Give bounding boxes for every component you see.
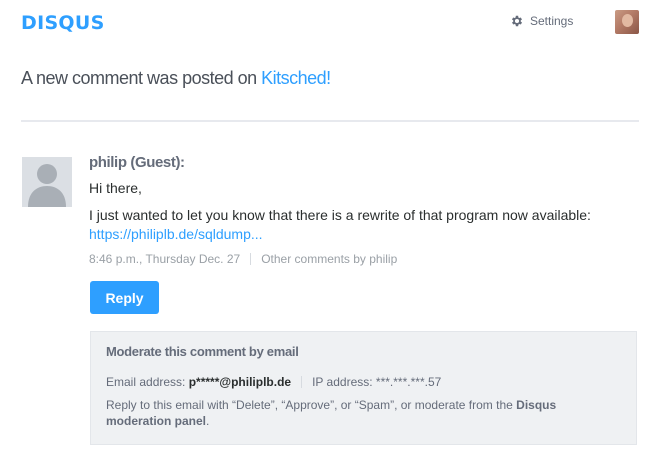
default-user-icon <box>28 164 66 207</box>
moderation-title: Moderate this comment by email <box>106 344 299 359</box>
moderation-note-end: . <box>206 414 210 428</box>
comment: philip (Guest): Hi there, I just wanted … <box>89 154 639 266</box>
comment-author: philip (Guest): <box>89 154 185 171</box>
email-value: p*****@philiplb.de <box>188 375 292 389</box>
notification-email: DISQUS Settings A new comment was posted… <box>0 0 654 460</box>
comment-timestamp[interactable]: 8:46 p.m., Thursday Dec. 27 <box>89 252 240 266</box>
moderation-panel: Moderate this comment by email Email add… <box>90 331 637 445</box>
gear-icon <box>511 15 523 27</box>
site-link[interactable]: Kitsched! <box>261 68 331 88</box>
meta-separator <box>250 253 252 265</box>
settings-link[interactable]: Settings <box>510 14 573 28</box>
email-label: Email address: <box>106 375 186 389</box>
settings-label: Settings <box>530 14 574 28</box>
user-avatar[interactable] <box>615 10 639 34</box>
other-comments-link[interactable]: Other comments by philip <box>261 252 397 266</box>
comment-greeting: Hi there, <box>89 180 142 196</box>
notification-headline: A new comment was posted on Kitsched! <box>21 68 331 89</box>
reply-button[interactable]: Reply <box>90 281 159 314</box>
avatar-face <box>622 14 633 27</box>
comment-body: I just wanted to let you know that there… <box>89 207 591 223</box>
ip-value: ***.***.***.57 <box>375 375 442 389</box>
disqus-logo[interactable]: DISQUS <box>21 12 105 34</box>
headline-text: A new comment was posted on <box>21 68 262 88</box>
detail-separator <box>301 376 303 388</box>
divider <box>21 120 639 122</box>
moderation-note: Reply to this email with “Delete”, “Appr… <box>106 397 620 429</box>
moderation-details: Email address: p*****@philiplb.de IP add… <box>106 375 620 389</box>
ip-label: IP address: <box>312 375 373 389</box>
guest-avatar <box>22 157 72 207</box>
comment-meta: 8:46 p.m., Thursday Dec. 27 Other commen… <box>89 252 639 266</box>
moderation-note-text: Reply to this email with “Delete”, “Appr… <box>106 398 517 412</box>
comment-link[interactable]: https://philiplb.de/sqldump... <box>89 226 263 242</box>
